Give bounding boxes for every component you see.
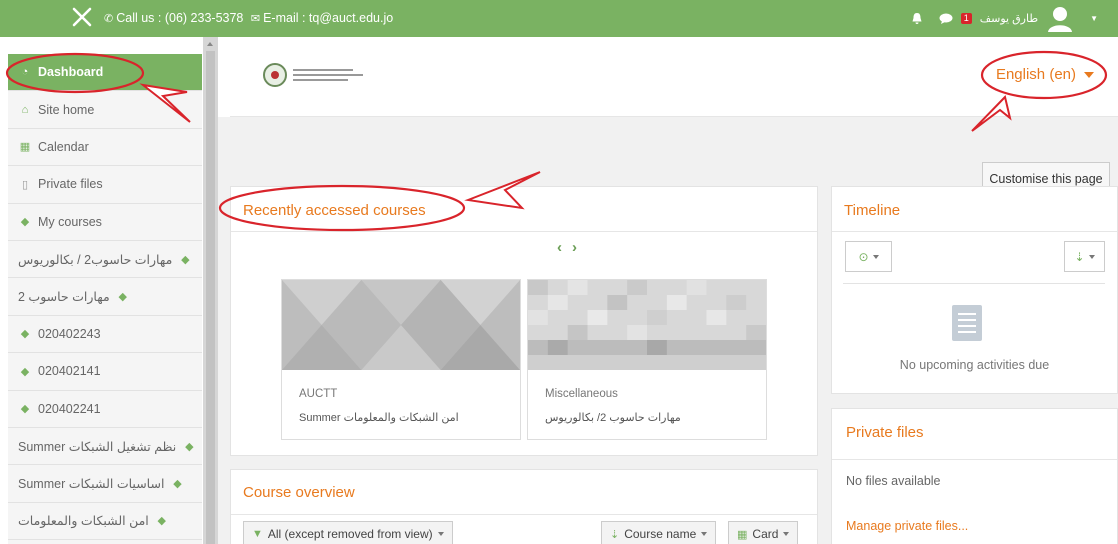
course-image	[282, 280, 520, 370]
sort-icon: ⇣	[610, 528, 620, 541]
sidebar-item-course[interactable]: مهارات حاسوب 2 ◆	[8, 278, 202, 316]
envelope-icon: ✉	[250, 13, 261, 25]
logo-seal-icon	[263, 63, 287, 87]
close-icon[interactable]	[70, 5, 94, 29]
divider	[231, 514, 817, 515]
graduation-cap-icon: ◆	[20, 328, 30, 341]
calendar-icon: ▦	[19, 141, 31, 154]
graduation-cap-icon: ◆	[185, 440, 194, 453]
sidebar-item-private-files[interactable]: ▯ Private files	[8, 166, 202, 204]
contact-info: ✆ Call us : (06) 233-5378 ✉ E-mail : tq@au…	[104, 11, 394, 25]
graduation-cap-icon: ◆	[20, 216, 30, 229]
graduation-cap-icon: ◆	[20, 365, 30, 378]
divider	[832, 459, 1117, 460]
block-title: Private files	[846, 424, 924, 441]
language-selector[interactable]: English ‎(en)‎	[996, 66, 1094, 83]
home-icon: ⌂	[21, 103, 29, 116]
top-navbar: ✆ Call us : (06) 233-5378 ✉ E-mail : tq@au…	[0, 0, 1118, 37]
course-category: Miscellaneous	[545, 388, 618, 400]
nav-drawer: ◔ Dashboard ⌂ Site home ▦ Calendar ▯ Private…	[8, 54, 202, 544]
sidebar-item-course[interactable]: Summer اساسيات الشبكات ◆	[8, 465, 202, 503]
sidebar-scrollbar[interactable]	[203, 37, 218, 544]
graduation-cap-icon: ◆	[157, 515, 166, 528]
manage-private-files-link[interactable]: Manage private files...	[846, 519, 968, 533]
bell-icon[interactable]	[911, 12, 923, 25]
course-category: AUCTT	[299, 388, 338, 400]
divider	[832, 231, 1117, 232]
dashboard-icon: ◔	[21, 66, 29, 79]
block-title: Timeline	[844, 202, 901, 219]
sidebar-item-course[interactable]: امن الشبكات والمعلومات ◆	[8, 503, 202, 541]
course-pager: ‹ ›	[557, 239, 577, 256]
block-title: Recently accessed courses	[243, 202, 426, 219]
overview-sort-dropdown[interactable]: ⇣ Course name	[601, 521, 717, 544]
timeline-filter-dropdown[interactable]: ⊙	[845, 241, 892, 272]
course-name[interactable]: مهارات حاسوب 2/ بكالوريوس	[545, 411, 681, 424]
clock-icon: ⊙	[858, 249, 869, 264]
grid-icon: ▦	[737, 528, 748, 541]
timeline-empty-message: No upcoming activities due	[899, 358, 1050, 372]
phone-icon: ✆	[104, 13, 114, 25]
course-card[interactable]: Miscellaneous مهارات حاسوب 2/ بكالوريوس	[527, 279, 767, 440]
course-card[interactable]: AUCTT Summer امن الشبكات والمعلومات	[281, 279, 521, 440]
overview-filter-dropdown[interactable]: ▼ All (except removed from view)	[243, 521, 453, 544]
empty-list-icon	[952, 305, 982, 341]
graduation-cap-icon: ◆	[173, 477, 182, 490]
sort-icon: ⇣	[1074, 249, 1085, 264]
sidebar-item-course[interactable]: ◆ 020402141	[8, 353, 202, 391]
graduation-cap-icon: ◆	[181, 253, 190, 266]
chevron-down-icon	[701, 532, 708, 536]
filter-icon: ▼	[252, 528, 263, 540]
scrollbar-thumb[interactable]	[206, 51, 215, 544]
sidebar-item-course[interactable]: ◆ 020402241	[8, 391, 202, 428]
site-logo[interactable]	[263, 63, 363, 87]
sidebar-item-course[interactable]: Summer نظم تشغيل الشبكات ◆	[8, 428, 202, 466]
chevron-down-icon	[783, 532, 790, 536]
course-name[interactable]: Summer امن الشبكات والمعلومات	[299, 411, 459, 424]
private-files-empty-message: No files available	[846, 474, 941, 488]
graduation-cap-icon: ◆	[20, 403, 30, 416]
message-icon[interactable]	[939, 13, 953, 25]
sidebar-item-my-courses[interactable]: ◆ My courses	[8, 204, 202, 241]
block-title: Course overview	[243, 484, 355, 501]
sidebar-item-site-home[interactable]: ⌂ Site home	[8, 91, 202, 129]
sidebar-item-course[interactable]: ◆ 020402243	[8, 316, 202, 354]
file-icon: ▯	[21, 178, 29, 191]
chevron-down-icon	[437, 532, 444, 536]
graduation-cap-icon: ◆	[118, 291, 127, 304]
page-header: English ‎(en)‎	[230, 37, 1118, 117]
course-image	[528, 280, 766, 370]
chevron-right-icon[interactable]: ›	[572, 239, 577, 256]
user-area: 1 طارق يوسف ▼	[911, 0, 1098, 37]
user-menu-caret-icon[interactable]: ▼	[1090, 14, 1098, 23]
chevron-down-icon	[1088, 254, 1095, 259]
logo-text-lines	[293, 69, 363, 81]
user-name[interactable]: طارق يوسف	[980, 12, 1038, 25]
notification-badge: 1	[960, 13, 972, 24]
chevron-down-icon	[872, 254, 879, 259]
scroll-up-icon[interactable]	[207, 42, 213, 46]
sidebar-item-course[interactable]: مهارات حاسوب2 / بكالوريوس ◆	[8, 241, 202, 279]
timeline-sort-dropdown[interactable]: ⇣	[1064, 241, 1105, 272]
divider	[843, 283, 1105, 284]
chevron-left-icon[interactable]: ‹	[557, 239, 562, 256]
overview-view-dropdown[interactable]: ▦ Card	[728, 521, 799, 544]
sidebar-item-dashboard[interactable]: ◔ Dashboard	[8, 54, 202, 92]
divider	[231, 231, 817, 232]
sidebar-item-calendar[interactable]: ▦ Calendar	[8, 129, 202, 167]
chevron-down-icon	[1084, 72, 1094, 79]
avatar[interactable]	[1046, 5, 1074, 33]
